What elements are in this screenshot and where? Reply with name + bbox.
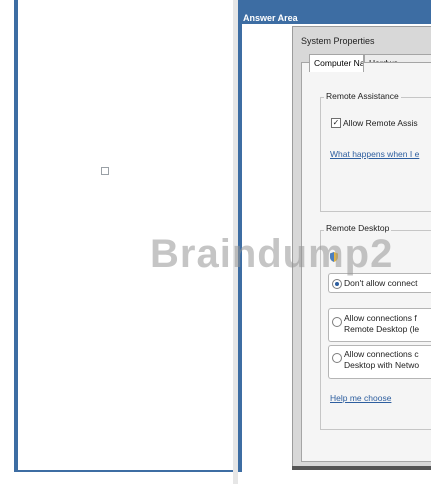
allow-remote-assistance-checkbox[interactable]: ✓	[331, 118, 341, 128]
dialog-bottom-edge	[292, 466, 431, 470]
dont-allow-radio[interactable]	[332, 279, 342, 289]
remote-assistance-label: Remote Assistance	[324, 91, 401, 101]
shield-icon	[330, 252, 338, 262]
screen: Answer Area System Properties Computer N…	[0, 0, 431, 484]
allow-remote-assistance-label: Allow Remote Assis	[343, 118, 418, 128]
allow-any-label-line2: Remote Desktop (le	[344, 324, 420, 334]
allow-nla-label-line1: Allow connections c	[344, 349, 419, 359]
allow-nla-label-line2: Desktop with Netwo	[344, 360, 420, 370]
left-panel	[14, 0, 233, 472]
what-happens-link[interactable]: What happens when I e	[330, 149, 419, 159]
dont-allow-label: Don't allow connect	[344, 278, 418, 288]
drop-target-placeholder[interactable]	[101, 167, 109, 175]
allow-any-radio[interactable]	[332, 317, 342, 327]
dialog-title: System Properties	[301, 36, 375, 46]
allow-any-label-line1: Allow connections f	[344, 313, 417, 323]
help-me-choose-link[interactable]: Help me choose	[330, 393, 391, 403]
allow-nla-radio[interactable]	[332, 353, 342, 363]
tab-computer-name[interactable]: Computer Name	[309, 54, 364, 72]
answer-area-header: Answer Area	[243, 13, 298, 23]
remote-desktop-label: Remote Desktop	[324, 223, 392, 233]
